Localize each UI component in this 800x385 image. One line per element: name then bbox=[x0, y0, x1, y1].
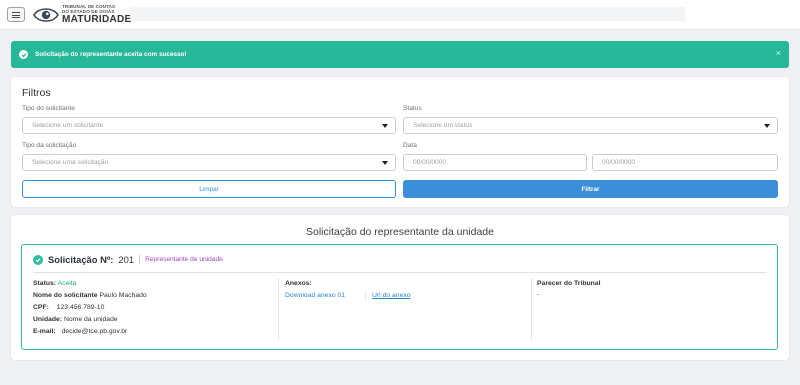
date-from-placeholder: 00/00/0000 bbox=[413, 159, 447, 166]
success-alert: Solicitação do representante aceita com … bbox=[11, 41, 789, 68]
date-from-input[interactable]: 00/00/0000 bbox=[403, 154, 587, 171]
check-circle-icon bbox=[33, 254, 43, 265]
caret-down-icon bbox=[764, 124, 770, 128]
status-select[interactable]: Selecione um status bbox=[403, 117, 778, 134]
logo[interactable]: TRIBUNAL DE CONTAS DO ESTADO DE GOIÁS MA… bbox=[33, 4, 131, 26]
status-value: Aceita bbox=[57, 280, 77, 287]
menu-line bbox=[12, 17, 20, 19]
divider bbox=[33, 272, 767, 273]
close-icon[interactable]: × bbox=[776, 49, 781, 58]
menu-line bbox=[12, 12, 20, 14]
status-label: Status bbox=[403, 105, 422, 112]
name-row: Nome do solicitante Paulo Machado bbox=[33, 292, 147, 299]
column-divider bbox=[278, 278, 279, 340]
alert-message: Solicitação do representante aceita com … bbox=[35, 51, 187, 58]
check-circle-icon bbox=[19, 50, 28, 59]
menu-line bbox=[12, 14, 20, 16]
top-bar: TRIBUNAL DE CONTAS DO ESTADO DE GOIÁS MA… bbox=[0, 0, 800, 30]
request-type-label: Tipo da solicitação bbox=[22, 142, 77, 149]
date-label: Data bbox=[403, 142, 417, 149]
request-type-select[interactable]: Selecione uma solicitação bbox=[22, 154, 396, 171]
email-row: E-mail: decide@tce.pb.gov.br bbox=[33, 328, 127, 335]
date-to-input[interactable]: 00/00/0000 bbox=[592, 154, 778, 171]
email-field-label: E-mail: bbox=[33, 328, 56, 335]
request-type-tag: Representante de unidade bbox=[145, 256, 223, 263]
cpf-field-label: CPF: bbox=[33, 304, 49, 311]
date-to-placeholder: 00/00/0000 bbox=[602, 159, 636, 166]
caret-down-icon bbox=[382, 124, 388, 128]
filters-card: Filtros Tipo do solicitante Selecione um… bbox=[11, 77, 789, 207]
results-card: Solicitação do representante da unidade … bbox=[11, 215, 789, 360]
unit-value: Nome da unidade bbox=[63, 316, 118, 323]
attachments-field-label: Anexos: bbox=[285, 280, 312, 287]
requester-type-select[interactable]: Selecione um solicitante bbox=[22, 117, 396, 134]
hamburger-menu-button[interactable] bbox=[7, 7, 25, 22]
top-bar-placeholder bbox=[130, 7, 685, 21]
requester-type-label: Tipo do solicitante bbox=[22, 105, 75, 112]
cpf-value: 123.456.789-10 bbox=[56, 304, 105, 311]
request-number: 201 bbox=[118, 254, 135, 265]
logo-main-text: MATURIDADE bbox=[62, 14, 132, 26]
email-value: decide@tce.pb.gov.br bbox=[61, 328, 128, 335]
requester-type-placeholder: Selecione um solicitante bbox=[32, 122, 104, 129]
request-card: Solicitação Nº: 201 Representante de uni… bbox=[21, 244, 778, 350]
request-type-placeholder: Selecione uma solicitação bbox=[32, 159, 109, 166]
opinion-value: - bbox=[537, 291, 540, 298]
status-placeholder: Selecione um status bbox=[413, 122, 473, 129]
results-title: Solicitação do representante da unidade bbox=[306, 226, 494, 238]
name-value: Paulo Machado bbox=[99, 292, 147, 299]
cpf-row: CPF: 123.456.789-10 bbox=[33, 304, 104, 311]
attachments-label: Anexos: bbox=[285, 280, 312, 287]
status-row: Status: Aceita bbox=[33, 280, 76, 287]
eye-logo-icon bbox=[33, 8, 59, 22]
unit-row: Unidade: Nome da unidade bbox=[33, 316, 118, 323]
divider bbox=[365, 292, 366, 301]
column-divider bbox=[531, 278, 532, 340]
opinion-row: Parecer do Tribunal bbox=[537, 280, 600, 287]
clear-button[interactable]: Limpar bbox=[22, 180, 396, 198]
unit-field-label: Unidade: bbox=[33, 316, 63, 323]
caret-down-icon bbox=[382, 161, 388, 165]
filters-title: Filtros bbox=[22, 87, 51, 99]
opinion-field-label: Parecer do Tribunal bbox=[537, 280, 601, 287]
attachment-url-link[interactable]: Url do anexo bbox=[372, 292, 411, 299]
status-field-label: Status: bbox=[33, 280, 57, 287]
divider bbox=[139, 255, 141, 264]
request-number-label: Solicitação Nº: bbox=[48, 254, 114, 265]
download-attachment-link[interactable]: Download anexo 01 bbox=[285, 292, 345, 299]
filter-button[interactable]: Filtrar bbox=[403, 180, 778, 198]
name-field-label: Nome do solicitante bbox=[33, 292, 98, 299]
request-header: Solicitação Nº: 201 Representante de uni… bbox=[33, 254, 223, 265]
